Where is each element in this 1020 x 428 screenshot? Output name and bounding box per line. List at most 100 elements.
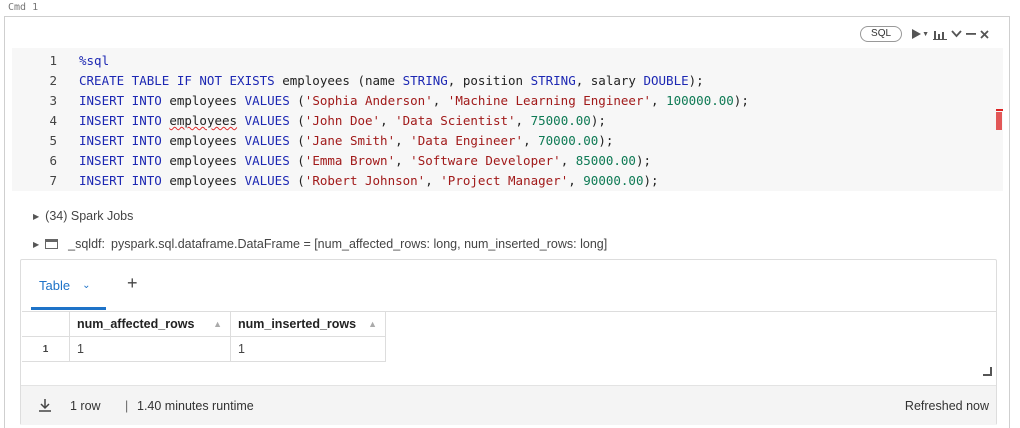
code-token: ,: [395, 133, 411, 148]
code-text: INSERT INTO employees VALUES ('John Doe'…: [79, 111, 606, 131]
code-token: ,: [425, 173, 441, 188]
code-token: 'Project Manager': [440, 173, 569, 188]
run-dropdown-icon[interactable]: ▼: [922, 31, 929, 38]
code-token: 90000.00: [583, 173, 644, 188]
table-icon: [45, 239, 59, 249]
resize-icon[interactable]: [983, 367, 992, 376]
code-token: ,: [568, 173, 584, 188]
spark-jobs-label: (34) Spark Jobs: [45, 209, 134, 223]
code-token: 100000.00: [666, 93, 734, 108]
sort-icon[interactable]: ▲: [213, 312, 222, 337]
line-number: 5: [49, 133, 57, 148]
cell-label: Cmd 1: [8, 2, 39, 13]
code-token: %sql: [79, 53, 110, 68]
code-token: 'Robert Johnson': [304, 173, 426, 188]
code-token: ,: [651, 93, 667, 108]
code-token: );: [635, 153, 652, 168]
add-visualization-button[interactable]: +: [127, 273, 138, 294]
code-token: INSERT INTO: [79, 133, 170, 148]
code-token: ,: [395, 153, 411, 168]
result-grid: num_affected_rows ▲ num_inserted_rows ▲ …: [22, 311, 997, 381]
code-token: VALUES: [244, 153, 298, 168]
code-text: %sql: [79, 51, 109, 71]
code-token: employees: [169, 133, 245, 148]
play-icon: [912, 29, 922, 39]
chart-button[interactable]: [933, 26, 947, 42]
code-token: 'Data Engineer': [410, 133, 524, 148]
code-token: employees: [169, 153, 245, 168]
code-token: STRING: [402, 73, 448, 88]
scroll-marker: [996, 109, 1003, 111]
code-token: ,: [380, 113, 396, 128]
code-text: INSERT INTO employees VALUES ('Robert Jo…: [79, 171, 659, 191]
code-token: (: [297, 133, 305, 148]
code-text: INSERT INTO employees VALUES ('Jane Smit…: [79, 131, 613, 151]
collapse-chevron-icon[interactable]: [951, 26, 962, 42]
spark-jobs-toggle[interactable]: ▶ (34) Spark Jobs: [33, 209, 133, 223]
code-line[interactable]: 2 CREATE TABLE IF NOT EXISTS employees (n…: [12, 71, 1003, 91]
code-line[interactable]: 1 %sql: [12, 51, 1003, 71]
table-cell[interactable]: 1: [231, 337, 386, 362]
code-line[interactable]: 6 INSERT INTO employees VALUES ('Emma Bro…: [12, 151, 1003, 171]
refreshed-label: Refreshed now: [904, 399, 989, 413]
code-token: VALUES: [244, 113, 298, 128]
code-token: 'Sophia Anderson': [304, 93, 433, 108]
runtime-label: 1.40 minutes runtime: [137, 399, 254, 413]
code-token: 'Jane Smith': [304, 133, 396, 148]
code-token: );: [598, 133, 614, 148]
code-line[interactable]: 5 INSERT INTO employees VALUES ('Jane Smi…: [12, 131, 1003, 151]
code-line[interactable]: 3 INSERT INTO employees VALUES ('Sophia A…: [12, 91, 1003, 111]
error-marker: [996, 112, 1002, 130]
footer-separator: |: [125, 399, 129, 413]
code-token: (: [297, 93, 305, 108]
line-number: 1: [49, 53, 57, 68]
close-icon[interactable]: [980, 26, 989, 42]
output-panel: Table ⌄ + num_affected_rows ▲ num_insert…: [20, 259, 997, 425]
active-tab-indicator: [31, 307, 106, 310]
tab-table-label: Table: [39, 278, 71, 293]
code-token: employees: [169, 113, 238, 128]
column-header-num-inserted-rows[interactable]: num_inserted_rows ▲: [231, 312, 386, 337]
code-token: VALUES: [244, 93, 298, 108]
chevron-down-icon[interactable]: ⌄: [82, 280, 90, 291]
code-text: INSERT INTO employees VALUES ('Emma Brow…: [79, 151, 651, 171]
column-header-num-affected-rows[interactable]: num_affected_rows ▲: [70, 312, 231, 337]
run-button[interactable]: ▼: [912, 26, 929, 42]
editor-scrollbar[interactable]: [1003, 48, 1008, 191]
sort-icon[interactable]: ▲: [368, 312, 377, 337]
line-number: 3: [49, 93, 57, 108]
code-token: employees: [169, 173, 245, 188]
code-token: STRING: [530, 73, 576, 88]
code-token: employees: [169, 93, 245, 108]
code-token: INSERT INTO: [79, 173, 170, 188]
code-token: 85000.00: [575, 153, 636, 168]
cell-toolbar: SQL ▼: [860, 25, 989, 43]
code-line[interactable]: 7 INSERT INTO employees VALUES ('Robert J…: [12, 171, 1003, 191]
dataframe-info[interactable]: ▶ _sqldf: pyspark.sql.dataframe.DataFram…: [33, 237, 607, 251]
expand-triangle-icon: ▶: [33, 211, 40, 221]
line-number: 4: [49, 113, 57, 128]
dataframe-type: pyspark.sql.dataframe.DataFrame = [num_a…: [111, 237, 608, 251]
chart-icon: [933, 30, 947, 40]
code-editor[interactable]: 1 %sql 2 CREATE TABLE IF NOT EXISTS employe…: [12, 48, 1003, 191]
row-count: 1 row: [70, 399, 101, 413]
language-badge[interactable]: SQL: [860, 26, 903, 42]
code-token: , position: [447, 73, 531, 88]
minimize-icon[interactable]: [966, 26, 976, 42]
dataframe-name: _sqldf:: [68, 237, 105, 251]
code-token: 'John Doe': [304, 113, 381, 128]
tab-table[interactable]: Table ⌄: [39, 278, 90, 293]
code-token: ,: [432, 93, 448, 108]
code-token: 75000.00: [530, 113, 591, 128]
code-token: (: [297, 113, 305, 128]
line-number: 2: [49, 73, 57, 88]
download-icon[interactable]: [38, 398, 52, 415]
code-token: ,: [523, 133, 539, 148]
code-line[interactable]: 4 INSERT INTO employees VALUES ('John Doe…: [12, 111, 1003, 131]
code-text: INSERT INTO employees VALUES ('Sophia An…: [79, 91, 749, 111]
code-token: ,: [515, 113, 531, 128]
code-token: DOUBLE: [643, 73, 689, 88]
table-cell[interactable]: 1: [70, 337, 231, 362]
code-token: CREATE TABLE IF NOT EXISTS: [79, 73, 283, 88]
code-token: );: [643, 173, 659, 188]
